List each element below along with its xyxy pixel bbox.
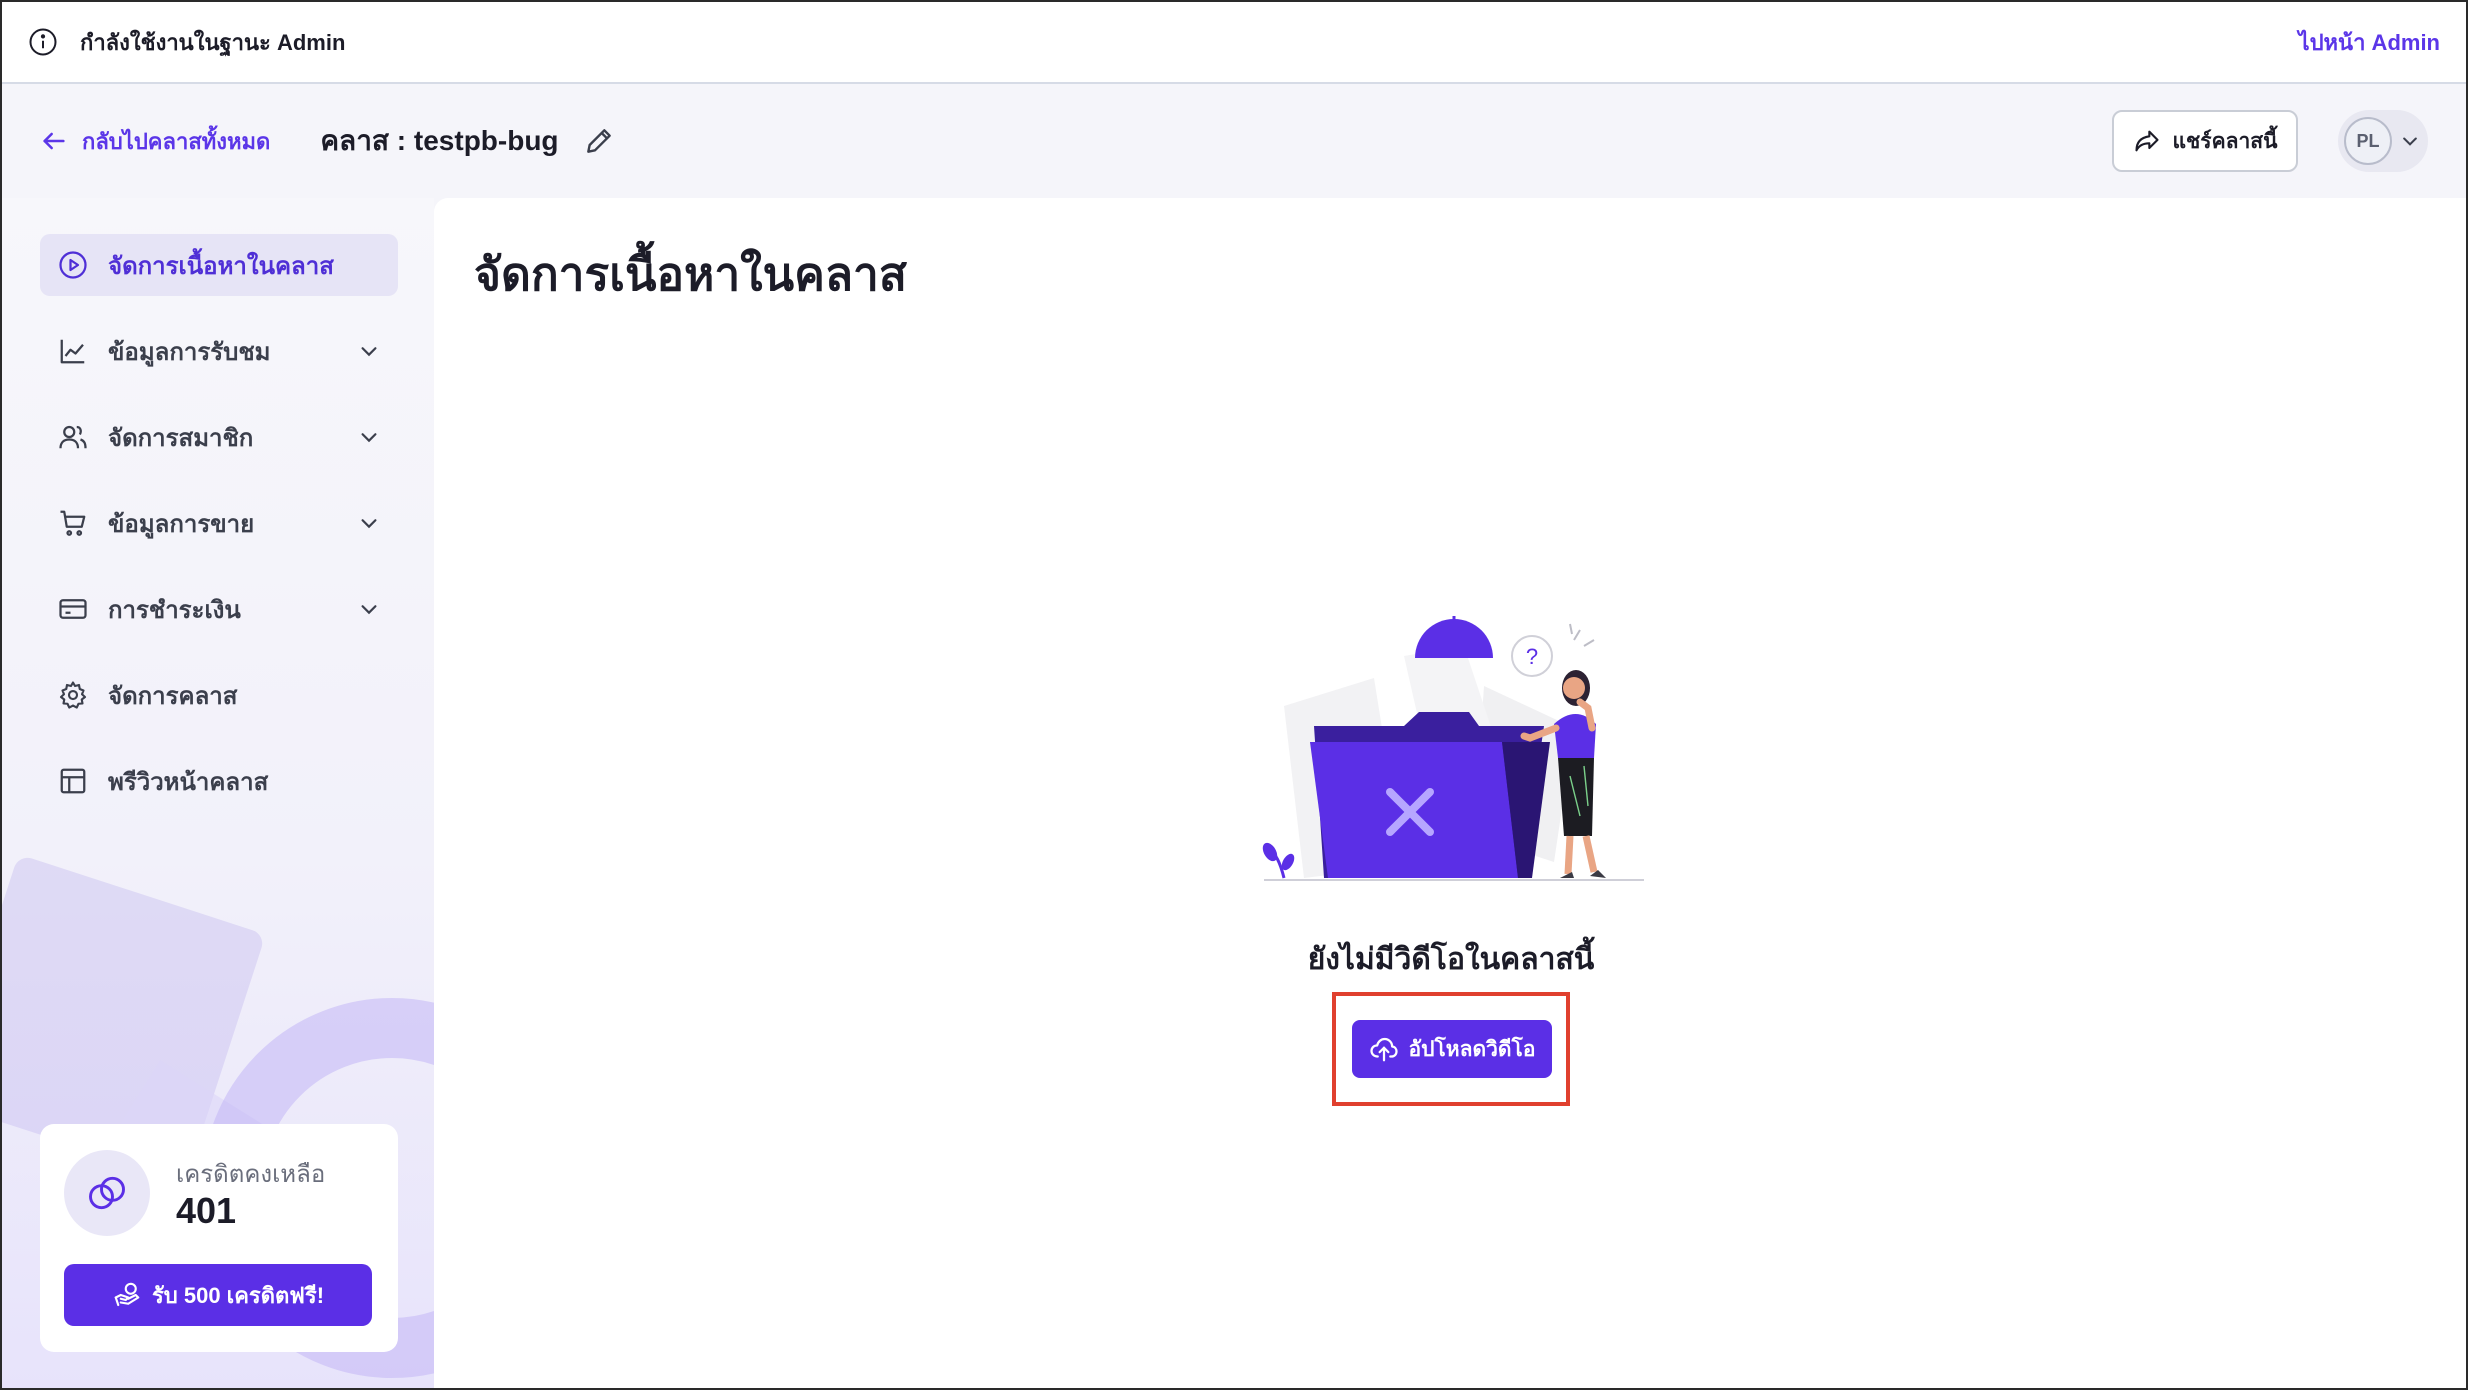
share-button-label: แชร์คลาสนี้ [2172,129,2278,153]
gear-icon [59,681,87,709]
line-chart-icon [60,339,85,364]
sidebar-item-label: จัดการเนื้อหาในคลาส [108,252,334,280]
sidebar-item-class-settings[interactable]: จัดการคลาส [40,664,398,726]
goto-admin-link[interactable]: ไปหน้า Admin [2299,25,2440,60]
chevron-down-icon [361,347,377,357]
sidebar-item-label: การชำระเงิน [108,596,241,624]
main-content: จัดการเนื้อหาในคลาส ? ยังไม่มีวิดีโอในคล… [434,198,2466,1388]
credit-label: เครดิตคงเหลือ [176,1161,326,1188]
app-window: กำลังใช้งานในฐานะ Admin ไปหน้า Admin กลั… [0,0,2468,1390]
sidebar-item-label: ข้อมูลการรับชม [108,338,271,366]
chevron-down-icon [2403,137,2417,146]
sidebar-nav: จัดการเนื้อหาในคลาส ข้อมูลการรับชม จัดกา… [40,234,398,836]
credit-card-icon [59,599,87,619]
empty-folder-illustration: ? [1262,616,1644,881]
page-title: จัดการเนื้อหาในคลาส [474,248,907,300]
sidebar-item-view-stats[interactable]: ข้อมูลการรับชม [40,320,398,382]
admin-banner: กำลังใช้งานในฐานะ Admin ไปหน้า Admin [2,2,2466,84]
chevron-down-icon [361,433,377,443]
class-title: คลาส : testpb-bug [320,125,559,156]
cart-icon [60,510,86,536]
sidebar-item-label: พรีวิวหน้าคลาส [108,768,269,796]
upload-video-button[interactable]: อัปโหลดวิดีโอ [1352,1020,1552,1078]
svg-text:?: ? [1526,644,1538,669]
profile-menu[interactable]: PL [2338,110,2428,172]
layout-icon [60,768,86,794]
sidebar-item-label: จัดการคลาส [108,682,238,710]
class-header: กลับไปคลาสทั้งหมด คลาส : testpb-bug แชร์… [2,86,2466,196]
empty-state-message: ยังไม่มีวิดีโอในคลาสนี้ [1307,943,1595,976]
back-to-classes-link[interactable]: กลับไปคลาสทั้งหมด [40,124,270,159]
arrow-left-icon [43,132,65,150]
share-class-button[interactable]: แชร์คลาสนี้ [2112,110,2298,172]
credit-icon-badge [64,1150,150,1236]
hand-coin-icon [114,1282,140,1307]
coins-icon [89,1176,125,1210]
sidebar-item-members[interactable]: จัดการสมาชิก [40,406,398,468]
credit-value: 401 [176,1190,237,1231]
info-icon [29,28,57,56]
credit-card: เครดิตคงเหลือ 401 รับ 500 เครดิตฟรี! [40,1124,398,1352]
get-free-credit-button[interactable]: รับ 500 เครดิตฟรี! [64,1264,372,1326]
upload-button-label: อัปโหลดวิดีโอ [1408,1037,1536,1061]
sidebar-item-label: ข้อมูลการขาย [108,510,255,538]
sidebar-item-preview[interactable]: พรีวิวหน้าคลาส [40,750,398,812]
share-arrow-icon [2134,130,2159,152]
chevron-down-icon [361,519,377,529]
avatar: PL [2344,117,2392,165]
sidebar: จัดการเนื้อหาในคลาส ข้อมูลการรับชม จัดกา… [2,198,434,1388]
free-credit-label: รับ 500 เครดิตฟรี! [151,1282,325,1308]
back-link-label: กลับไปคลาสทั้งหมด [82,128,271,154]
sidebar-item-payment[interactable]: การชำระเงิน [40,578,398,640]
sidebar-item-manage-content[interactable]: จัดการเนื้อหาในคลาส [40,234,398,296]
chevron-down-icon [361,605,377,615]
cloud-upload-icon [1369,1037,1398,1062]
sidebar-item-label: จัดการสมาชิก [108,424,254,452]
pencil-icon[interactable] [583,125,615,157]
play-circle-icon [59,251,87,279]
sidebar-item-sales[interactable]: ข้อมูลการขาย [40,492,398,554]
admin-mode-message: กำลังใช้งานในฐานะ Admin [80,29,346,55]
users-icon [59,425,87,449]
